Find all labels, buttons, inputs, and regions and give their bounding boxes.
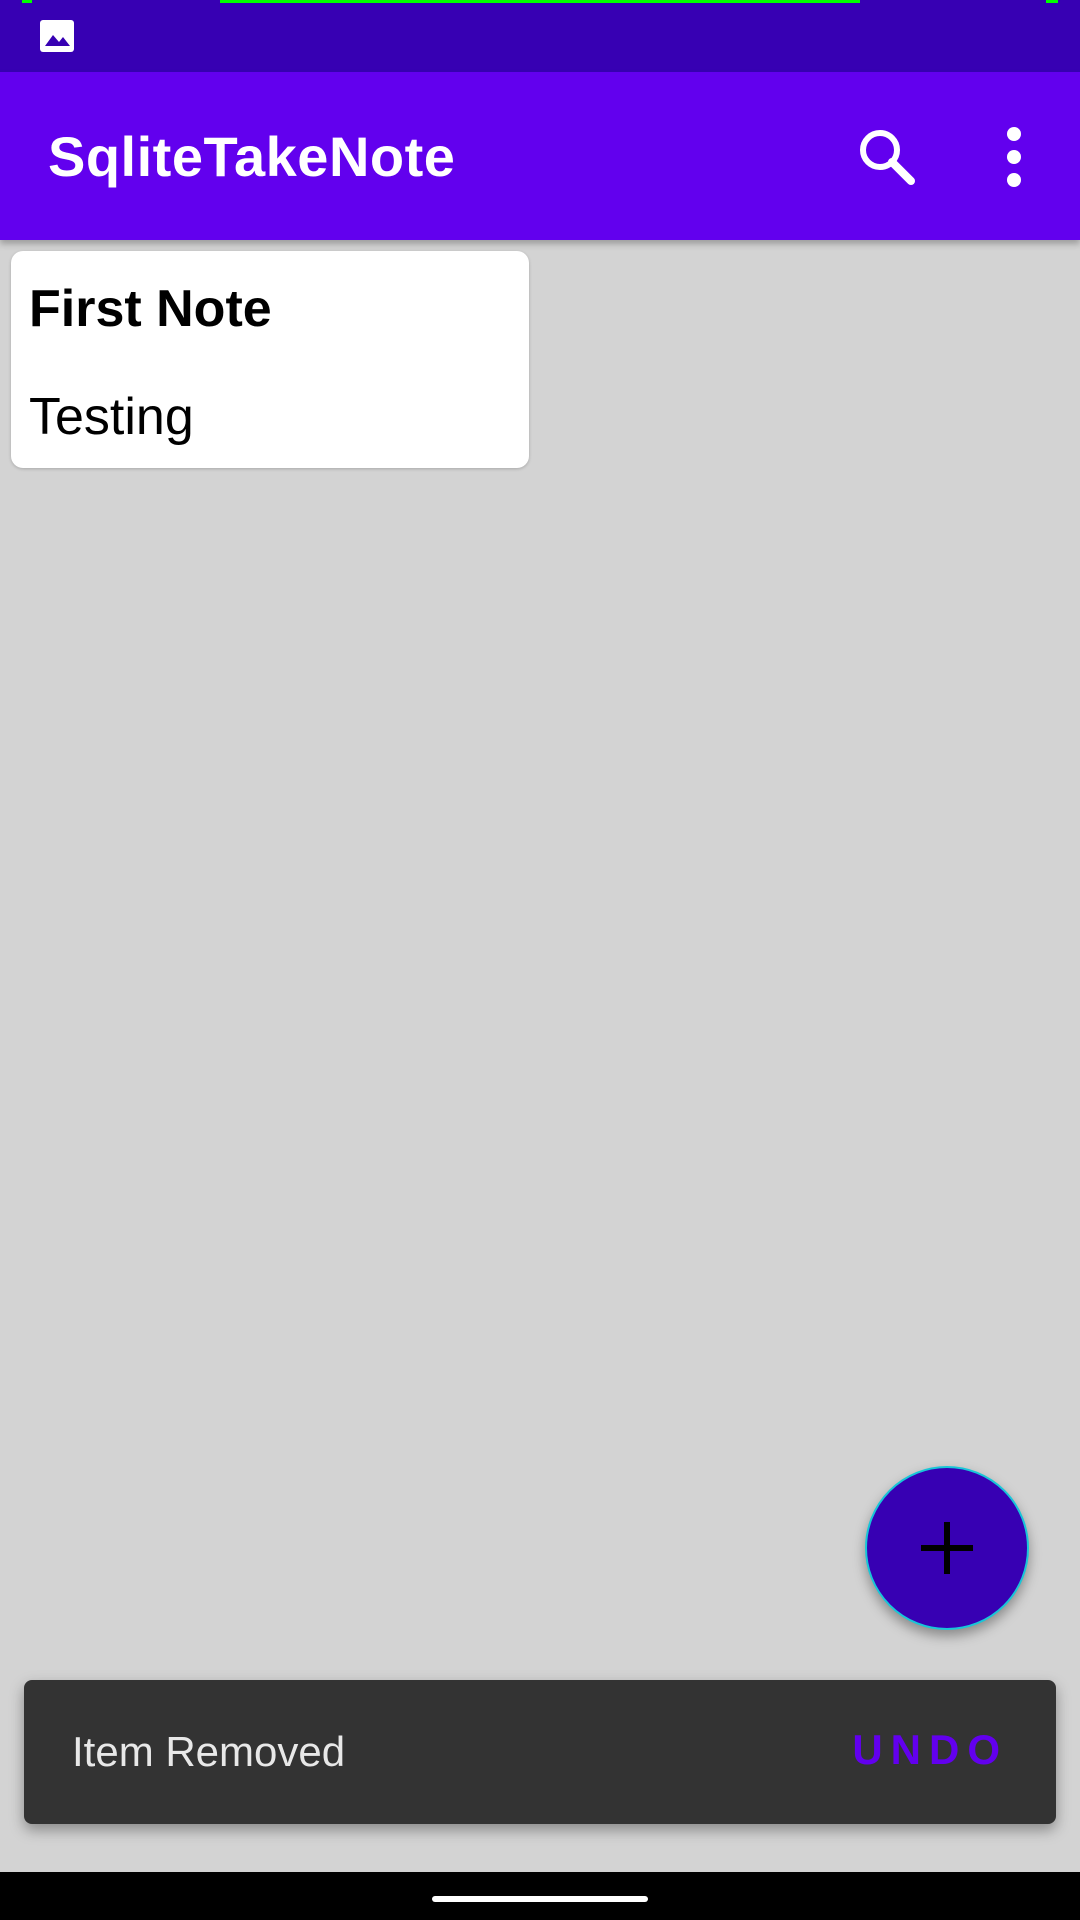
note-title: First Note bbox=[29, 280, 272, 338]
navigation-bar bbox=[0, 1872, 1080, 1920]
plus-icon bbox=[909, 1510, 985, 1586]
status-indicator-line bbox=[1046, 0, 1058, 3]
home-handle[interactable] bbox=[432, 1896, 648, 1902]
snackbar: Item Removed UNDO bbox=[24, 1680, 1056, 1824]
undo-button[interactable]: UNDO bbox=[852, 1724, 1008, 1776]
status-bar bbox=[0, 0, 1080, 72]
note-body: Testing bbox=[29, 388, 194, 446]
image-icon bbox=[38, 18, 76, 54]
snackbar-message: Item Removed bbox=[72, 1728, 346, 1775]
search-icon[interactable] bbox=[854, 124, 920, 190]
status-indicator-line bbox=[22, 0, 32, 3]
app-title: SqliteTakeNote bbox=[48, 125, 456, 188]
more-vert-icon[interactable] bbox=[985, 124, 1043, 190]
app-bar: SqliteTakeNote bbox=[0, 72, 1080, 240]
note-card[interactable]: First Note Testing bbox=[11, 251, 529, 468]
status-indicator-line bbox=[220, 0, 860, 3]
add-note-button[interactable] bbox=[865, 1466, 1029, 1630]
